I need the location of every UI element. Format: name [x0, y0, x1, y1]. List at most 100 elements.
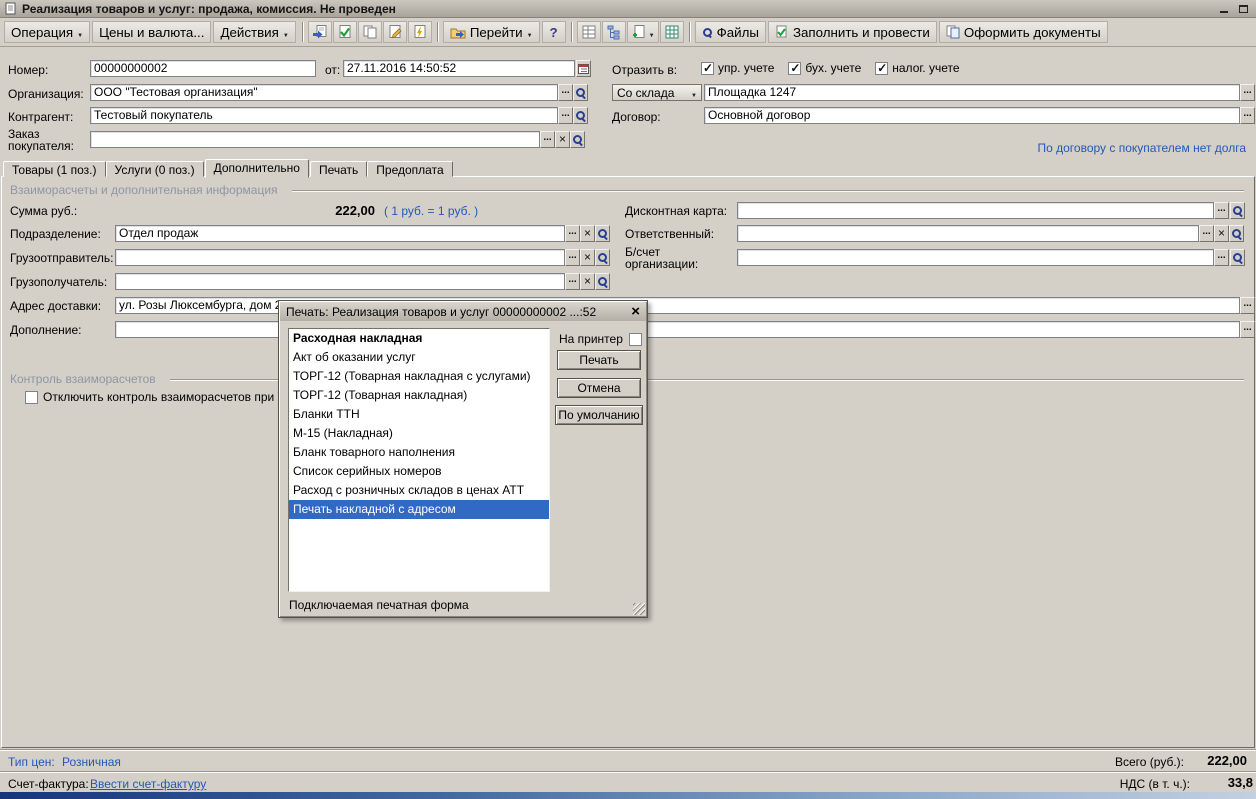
warehouse-input[interactable]: Площадка 1247	[704, 84, 1240, 101]
tab[interactable]: Предоплата	[367, 161, 453, 177]
addition-ellipsis-button[interactable]	[1240, 321, 1255, 338]
number-input[interactable]: 00000000002	[90, 60, 316, 77]
bank-account-lookup-button[interactable]	[1230, 249, 1245, 266]
discount-card-input[interactable]	[737, 202, 1214, 219]
delivery-address-ellipsis-button[interactable]	[1240, 297, 1255, 314]
addition-label: Дополнение:	[10, 323, 82, 337]
print-form-item[interactable]: Расход с розничных складов в ценах АТТ	[289, 481, 549, 500]
shipper-clear-button[interactable]	[580, 249, 595, 266]
print-form-item[interactable]: Список серийных номеров	[289, 462, 549, 481]
default-button[interactable]: По умолчанию	[555, 405, 643, 425]
fill-and-post-button[interactable]: Заполнить и провести	[767, 21, 937, 43]
shipper-input[interactable]	[115, 249, 565, 266]
date-input[interactable]: 27.11.2016 14:50:52	[343, 60, 575, 77]
contractor-lookup-button[interactable]	[573, 107, 588, 124]
print-form-item[interactable]: Бланки ТТН	[289, 405, 549, 424]
print-form-item[interactable]: ТОРГ-12 (Товарная накладная с услугами)	[289, 367, 549, 386]
debt-note-link[interactable]: По договору с покупателем нет долга	[1037, 141, 1246, 155]
organization-input[interactable]: ООО "Тестовая организация"	[90, 84, 558, 101]
order-ellipsis-button[interactable]	[540, 131, 555, 148]
department-label: Подразделение:	[10, 227, 101, 241]
copy-document-button[interactable]	[357, 21, 382, 43]
operation-menu-button[interactable]: Операция	[4, 21, 91, 43]
order-label-line2: покупателя:	[8, 139, 74, 153]
order-lookup-button[interactable]	[570, 131, 585, 148]
print-form-item[interactable]: Печать накладной с адресом	[289, 500, 549, 519]
shipper-lookup-button[interactable]	[595, 249, 610, 266]
maximize-button[interactable]	[1235, 2, 1252, 16]
edit-document-button[interactable]	[382, 21, 407, 43]
consignee-clear-button[interactable]	[580, 273, 595, 290]
department-input[interactable]: Отдел продаж	[115, 225, 565, 242]
responsible-ellipsis-button[interactable]	[1199, 225, 1214, 242]
tab[interactable]: Дополнительно	[204, 159, 309, 178]
discount-card-ellipsis-button[interactable]	[1214, 202, 1229, 219]
document-movements-button[interactable]	[576, 21, 601, 43]
goto-menu-button[interactable]: Перейти	[442, 21, 540, 43]
organization-lookup-button[interactable]	[573, 84, 588, 101]
dialog-close-button[interactable]	[631, 304, 640, 319]
print-button[interactable]: Печать	[557, 350, 641, 370]
consignee-input[interactable]	[115, 273, 565, 290]
resize-grip[interactable]	[633, 603, 645, 615]
window-titlebar[interactable]: Реализация товаров и услуг: продажа, ком…	[0, 0, 1256, 18]
chevron-down-icon	[77, 25, 83, 40]
prices-currency-button[interactable]: Цены и валюта...	[92, 21, 212, 43]
bank-account-input[interactable]	[737, 249, 1214, 266]
tab[interactable]: Печать	[309, 161, 368, 177]
discount-card-label: Дисконтная карта:	[625, 204, 728, 218]
warehouse-dropdown-button[interactable]: Со склада	[612, 84, 702, 101]
contractor-input[interactable]: Тестовый покупатель	[90, 107, 558, 124]
tab[interactable]: Услуги (0 поз.)	[105, 161, 204, 177]
print-form-item[interactable]: Расходная накладная	[289, 329, 549, 348]
calendar-button[interactable]	[576, 60, 591, 77]
spreadsheet-button[interactable]	[659, 21, 684, 43]
print-form-item[interactable]: Акт об оказании услуг	[289, 348, 549, 367]
consignee-lookup-button[interactable]	[595, 273, 610, 290]
dialog-titlebar[interactable]: Печать: Реализация товаров и услуг 00000…	[280, 302, 646, 321]
control-checkbox[interactable]: Отключить контроль взаиморасчетов при пр…	[25, 390, 304, 404]
subordination-structure-button[interactable]	[601, 21, 626, 43]
consignee-label: Грузополучатель:	[10, 275, 108, 289]
files-button[interactable]: Файлы	[694, 21, 766, 43]
invoice-link[interactable]: Ввести счет-фактуру	[90, 777, 206, 791]
make-documents-button[interactable]: Оформить документы	[938, 21, 1108, 43]
responsible-clear-button[interactable]	[1214, 225, 1229, 242]
price-type-label[interactable]: Тип цен:	[8, 755, 55, 769]
cancel-button[interactable]: Отмена	[557, 378, 641, 398]
post-document-button[interactable]	[332, 21, 357, 43]
reflect-checkbox[interactable]: упр. учете	[701, 61, 774, 75]
contract-input[interactable]: Основной договор	[704, 107, 1240, 124]
reflect-checkbox[interactable]: налог. учете	[875, 61, 960, 75]
minimize-button[interactable]	[1215, 2, 1232, 16]
order-clear-button[interactable]	[555, 131, 570, 148]
department-clear-button[interactable]	[580, 225, 595, 242]
bank-account-ellipsis-button[interactable]	[1214, 249, 1229, 266]
price-type-value[interactable]: Розничная	[62, 755, 121, 769]
responsible-input[interactable]	[737, 225, 1199, 242]
tab[interactable]: Товары (1 поз.)	[3, 161, 106, 177]
contract-ellipsis-button[interactable]	[1240, 107, 1255, 124]
help-button[interactable]: ?	[541, 21, 566, 43]
warehouse-ellipsis-button[interactable]	[1240, 84, 1255, 101]
organization-ellipsis-button[interactable]	[558, 84, 573, 101]
write-document-button[interactable]	[307, 21, 332, 43]
reflect-checkbox[interactable]: бух. учете	[788, 61, 861, 75]
department-lookup-button[interactable]	[595, 225, 610, 242]
document-lightning-button[interactable]	[407, 21, 432, 43]
order-input[interactable]	[90, 131, 540, 148]
responsible-lookup-button[interactable]	[1229, 225, 1244, 242]
print-form-item[interactable]: М-15 (Накладная)	[289, 424, 549, 443]
shipper-ellipsis-button[interactable]	[565, 249, 580, 266]
input-on-basis-button[interactable]	[626, 21, 659, 43]
department-ellipsis-button[interactable]	[565, 225, 580, 242]
actions-menu-button[interactable]: Действия	[213, 21, 296, 43]
toolbar-separator	[688, 22, 691, 42]
discount-card-lookup-button[interactable]	[1230, 202, 1245, 219]
to-printer-checkbox[interactable]: На принтер	[559, 332, 642, 346]
print-form-item[interactable]: Бланк товарного наполнения	[289, 443, 549, 462]
consignee-ellipsis-button[interactable]	[565, 273, 580, 290]
contractor-ellipsis-button[interactable]	[558, 107, 573, 124]
print-form-item[interactable]: ТОРГ-12 (Товарная накладная)	[289, 386, 549, 405]
chevron-down-icon	[691, 86, 697, 100]
